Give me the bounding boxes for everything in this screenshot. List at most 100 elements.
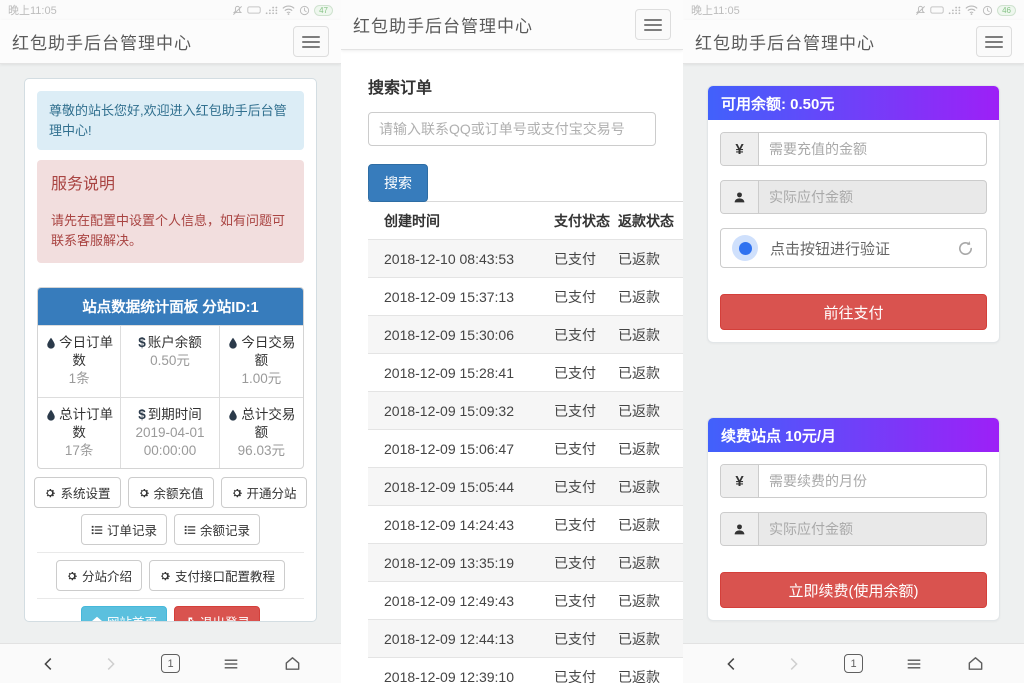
tint-icon [227, 337, 239, 349]
order-row: 2018-12-09 12:49:43已支付已返款 [368, 582, 683, 620]
user-icon [721, 181, 759, 213]
list-icon [91, 524, 103, 536]
stat-value: 1条 [69, 371, 90, 386]
stats-panel-title: 站点数据统计面板 分站ID:1 [38, 288, 303, 325]
stats-panel: 站点数据统计面板 分站ID:1 今日订单数 1条 $账户余额 0.50元 今日交… [37, 287, 304, 469]
status-bar: 晚上11:05 47 [0, 0, 341, 20]
open-subsite-button[interactable]: 开通分站 [221, 477, 307, 508]
renew-months-input[interactable] [759, 465, 986, 497]
captcha-button-icon[interactable] [732, 235, 758, 261]
stat-value: 17条 [65, 443, 94, 458]
gear-icon [44, 487, 56, 499]
order-row: 2018-12-09 12:39:10已支付已返款 [368, 658, 683, 683]
hamburger-menu-button[interactable] [293, 26, 329, 57]
gear-icon [66, 570, 78, 582]
yuan-icon: ¥ [721, 133, 759, 165]
order-log-button[interactable]: 订单记录 [81, 514, 167, 545]
tint-icon [227, 409, 239, 421]
order-row: 2018-12-09 15:30:06已支付已返款 [368, 316, 683, 354]
logout-button[interactable]: 退出登录 [174, 606, 260, 622]
button-row-3: 分站介绍 支付接口配置教程 [37, 560, 304, 591]
order-row: 2018-12-09 12:44:13已支付已返款 [368, 620, 683, 658]
website-home-button[interactable]: 网站首页 [81, 606, 167, 622]
balance-header: 可用余额: 0.50元 [708, 86, 999, 120]
orders-header-row: 创建时间 支付状态 返款状态 操作 [368, 202, 683, 240]
subsite-intro-button[interactable]: 分站介绍 [56, 560, 142, 591]
home-nav-button[interactable] [960, 649, 990, 679]
go-pay-button[interactable]: 前往支付 [720, 294, 987, 330]
home-outline-icon [966, 654, 985, 673]
service-alert: 服务说明 请先在配置中设置个人信息，如有问题可联系客服解决。 [37, 160, 304, 263]
forward-button[interactable] [95, 649, 125, 679]
browser-nav-bar: 1 [683, 643, 1024, 683]
sim-card-icon [930, 5, 944, 15]
payable-amount-group [720, 180, 987, 214]
tabs-button[interactable]: 1 [839, 649, 869, 679]
captcha-label: 点击按钮进行验证 [770, 238, 890, 259]
pay-config-tutorial-button[interactable]: 支付接口配置教程 [149, 560, 285, 591]
recharge-form: ¥ 点击按钮进行验证 前往支付 [708, 120, 999, 342]
refresh-icon[interactable] [956, 239, 975, 258]
back-button[interactable] [34, 649, 64, 679]
renew-card: 续费站点 10元/月 ¥ 立即续费(使用余额) [707, 417, 1000, 621]
stat-value: 0.50元 [150, 353, 190, 368]
menu-button[interactable] [899, 649, 929, 679]
stat-value: 2019-04-01 00:00:00 [135, 425, 204, 458]
hamburger-menu-button[interactable] [635, 9, 671, 40]
menu-icon [905, 655, 923, 673]
battery-icon: 47 [314, 5, 333, 16]
dashboard-content: 尊敬的站长您好,欢迎进入红包助手后台管理中心! 服务说明 请先在配置中设置个人信… [0, 64, 341, 643]
order-row: 2018-12-09 14:24:43已支付已返款 [368, 506, 683, 544]
col-header-pay-status: 支付状态 [554, 202, 618, 240]
balance-log-button[interactable]: 余额记录 [174, 514, 260, 545]
browser-nav-bar: 1 [0, 643, 341, 683]
status-time: 晚上11:05 [691, 2, 740, 18]
order-search-input[interactable] [368, 112, 656, 146]
home-nav-button[interactable] [277, 649, 307, 679]
back-icon [723, 655, 741, 673]
page-title: 红包助手后台管理中心 [353, 12, 533, 37]
stat-value: 1.00元 [241, 371, 281, 386]
recharge-amount-input[interactable] [759, 133, 986, 165]
logout-icon [184, 616, 196, 622]
home-outline-icon [283, 654, 302, 673]
service-alert-title: 服务说明 [51, 173, 290, 197]
dashboard-panel: 尊敬的站长您好,欢迎进入红包助手后台管理中心! 服务说明 请先在配置中设置个人信… [24, 78, 317, 622]
recharge-card: 可用余额: 0.50元 ¥ 点击按钮进行验证 [707, 85, 1000, 343]
home-icon [91, 616, 103, 622]
renew-now-button[interactable]: 立即续费(使用余额) [720, 572, 987, 608]
menu-button[interactable] [216, 649, 246, 679]
tint-icon [45, 337, 57, 349]
orders-table: 创建时间 支付状态 返款状态 操作 2018-12-10 08:43:53已支付… [368, 201, 683, 683]
hamburger-icon [985, 36, 1003, 38]
tabs-button[interactable]: 1 [156, 649, 186, 679]
signal-icon [265, 5, 278, 15]
stat-expiry: $到期时间 2019-04-01 00:00:00 [121, 397, 219, 469]
status-bar: 晚上11:05 46 [683, 0, 1024, 20]
signal-icon [948, 5, 961, 15]
recharge-button[interactable]: 余额充值 [128, 477, 214, 508]
gear-icon [231, 487, 243, 499]
dollar-icon: $ [138, 335, 146, 350]
search-button[interactable]: 搜索 [368, 164, 428, 202]
back-button[interactable] [717, 649, 747, 679]
order-row: 2018-12-10 08:43:53已支付已返款 [368, 240, 683, 278]
app-header: 红包助手后台管理中心 [683, 20, 1024, 64]
orders-table-wrap: 创建时间 支付状态 返款状态 操作 2018-12-10 08:43:53已支付… [368, 201, 683, 683]
status-icons: 46 [915, 5, 1016, 16]
col-header-refund-status: 返款状态 [618, 202, 683, 240]
stat-total-volume: 总计交易额 96.03元 [220, 397, 303, 469]
order-row: 2018-12-09 15:09:32已支付已返款 [368, 392, 683, 430]
forward-button[interactable] [778, 649, 808, 679]
power-save-icon [299, 5, 310, 16]
wifi-icon [965, 5, 978, 15]
back-icon [40, 655, 58, 673]
button-row-4: 网站首页 退出登录 [37, 606, 304, 622]
system-settings-button[interactable]: 系统设置 [34, 477, 120, 508]
mute-icon [232, 5, 243, 16]
search-orders-title: 搜索订单 [368, 74, 656, 98]
recharge-content: 可用余额: 0.50元 ¥ 点击按钮进行验证 [683, 64, 1024, 643]
hamburger-menu-button[interactable] [976, 26, 1012, 57]
battery-icon: 46 [997, 5, 1016, 16]
app-header: 红包助手后台管理中心 [341, 0, 683, 50]
